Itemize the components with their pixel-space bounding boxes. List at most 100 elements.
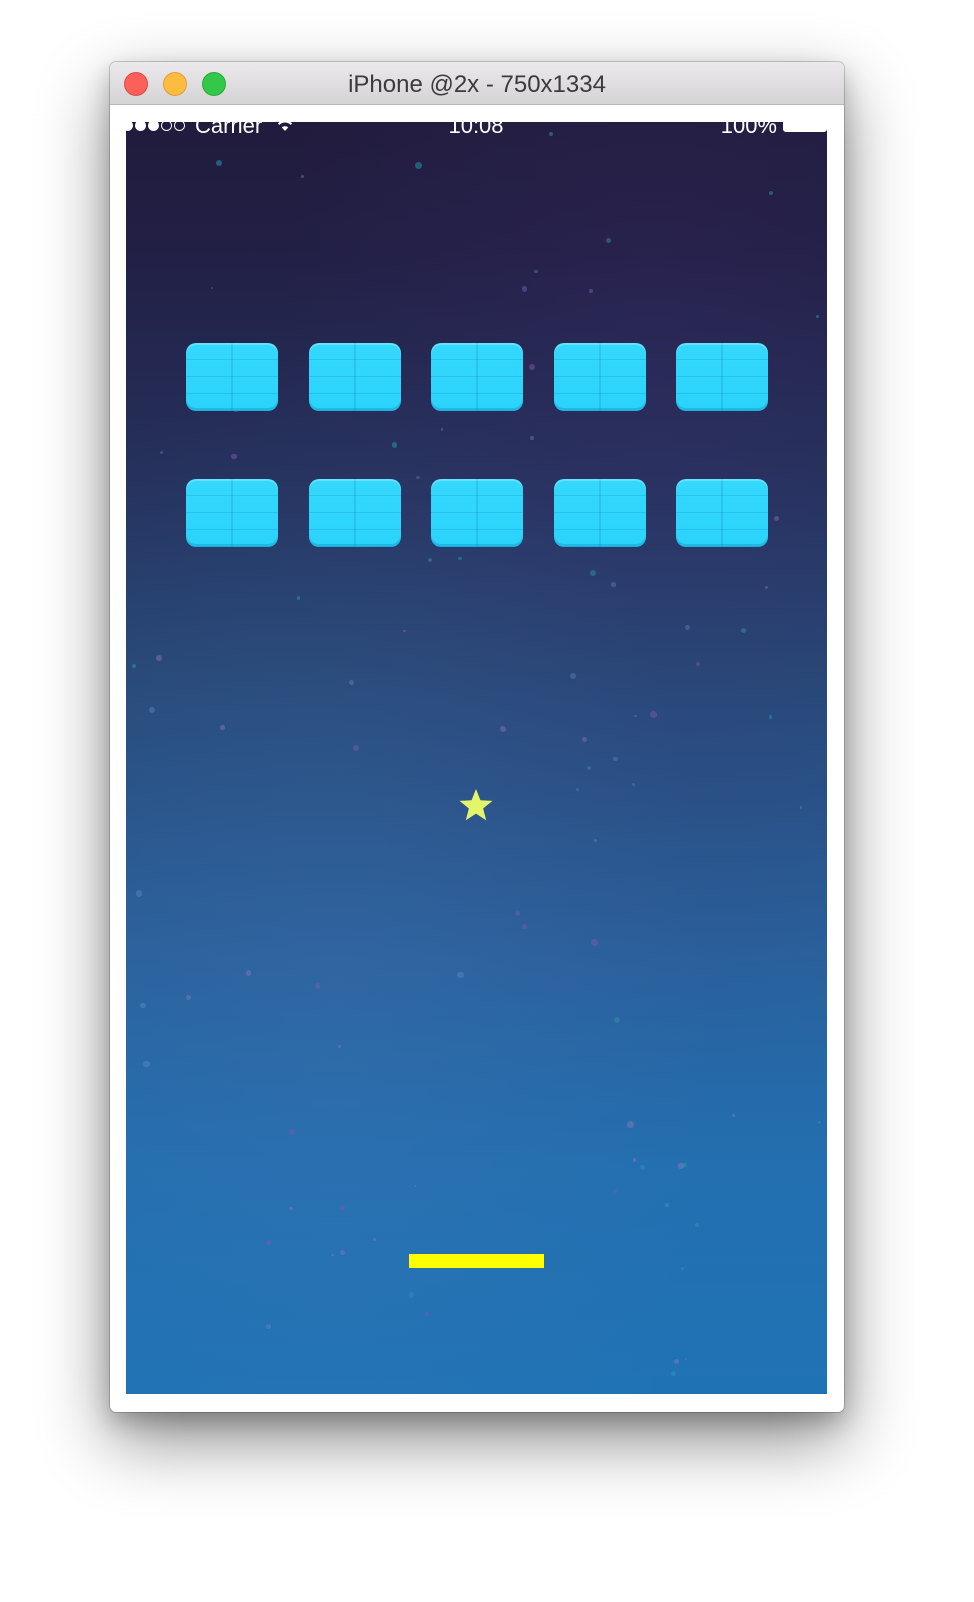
paddle[interactable] bbox=[409, 1254, 544, 1268]
background-speck bbox=[799, 806, 803, 809]
background-speck bbox=[140, 1003, 146, 1009]
brick bbox=[186, 479, 278, 547]
background-speck bbox=[338, 1044, 342, 1048]
brick bbox=[676, 343, 768, 411]
cellular-signal-icon bbox=[126, 122, 185, 131]
background-speck bbox=[685, 624, 691, 630]
brick bbox=[553, 343, 646, 411]
background-speck bbox=[135, 890, 143, 897]
background-speck bbox=[427, 557, 433, 563]
background-speck bbox=[458, 556, 462, 560]
wifi-icon bbox=[277, 122, 293, 131]
background-speck bbox=[673, 1358, 679, 1364]
brick bbox=[431, 343, 523, 411]
carrier-name: Carrier bbox=[195, 122, 263, 138]
background-speck bbox=[500, 726, 507, 733]
signal-dot bbox=[126, 122, 133, 131]
brick bbox=[431, 479, 523, 547]
background-speck bbox=[534, 269, 538, 274]
signal-dot bbox=[135, 122, 146, 131]
background-speck bbox=[612, 1188, 618, 1194]
background-speck bbox=[570, 672, 577, 679]
background-speck bbox=[768, 190, 773, 196]
background-speck bbox=[632, 1158, 637, 1162]
background-speck bbox=[425, 1311, 430, 1316]
battery-icon bbox=[783, 122, 827, 132]
background-speck bbox=[440, 428, 444, 431]
background-speck bbox=[314, 983, 321, 989]
background-speck bbox=[575, 787, 579, 792]
background-speck bbox=[611, 582, 616, 587]
window-titlebar[interactable]: iPhone @2x - 750x1334 bbox=[110, 62, 844, 105]
background-speck bbox=[289, 1206, 293, 1211]
brick bbox=[553, 479, 646, 547]
signal-dot bbox=[148, 122, 159, 131]
background-speck bbox=[515, 910, 520, 916]
background-speck bbox=[591, 938, 599, 946]
background-speck bbox=[339, 1250, 345, 1256]
background-speck bbox=[246, 970, 252, 976]
background-speck bbox=[627, 1120, 635, 1128]
background-speck bbox=[216, 160, 222, 167]
background-speck bbox=[156, 655, 163, 661]
background-speck bbox=[457, 971, 465, 979]
background-speck bbox=[631, 782, 635, 787]
background-speck bbox=[665, 1203, 669, 1207]
background-speck bbox=[210, 286, 214, 290]
background-speck bbox=[231, 453, 237, 459]
background-speck bbox=[414, 162, 422, 170]
background-speck bbox=[408, 1292, 414, 1298]
background-speck bbox=[581, 737, 588, 743]
background-speck bbox=[731, 1114, 735, 1118]
background-speck bbox=[695, 662, 700, 667]
background-speck bbox=[522, 924, 527, 929]
background-speck bbox=[649, 711, 657, 718]
background-speck bbox=[266, 1324, 271, 1329]
minimize-window-button[interactable] bbox=[163, 72, 187, 96]
background-speck bbox=[373, 1238, 376, 1241]
background-speck bbox=[589, 570, 596, 577]
background-speck bbox=[614, 1017, 621, 1023]
background-speck bbox=[391, 442, 398, 448]
brick bbox=[186, 343, 278, 411]
zoom-window-button[interactable] bbox=[202, 72, 226, 96]
background-speck bbox=[587, 765, 592, 770]
background-speck bbox=[678, 1163, 684, 1169]
background-speck bbox=[670, 1370, 677, 1377]
ios-status-bar: Carrier 10:08 100% bbox=[126, 122, 827, 138]
background-speck bbox=[403, 630, 406, 633]
background-speck bbox=[816, 315, 819, 318]
background-speck bbox=[148, 706, 156, 714]
background-speck bbox=[413, 1184, 416, 1187]
background-speck bbox=[817, 1120, 822, 1125]
background-speck bbox=[339, 1205, 345, 1211]
brick bbox=[308, 343, 401, 411]
background-speck bbox=[529, 364, 535, 371]
background-speck bbox=[682, 1162, 687, 1168]
background-speck bbox=[613, 756, 619, 762]
background-speck bbox=[741, 628, 747, 634]
background-speck bbox=[352, 745, 359, 752]
star-ball bbox=[459, 789, 493, 821]
close-window-button[interactable] bbox=[124, 72, 148, 96]
background-speck bbox=[593, 838, 597, 842]
brick bbox=[676, 479, 768, 547]
background-speck bbox=[301, 174, 305, 178]
brick bbox=[308, 479, 401, 547]
window-title: iPhone @2x - 750x1334 bbox=[348, 71, 606, 98]
signal-dot bbox=[174, 122, 185, 131]
background-speck bbox=[348, 679, 355, 685]
background-speck bbox=[416, 475, 420, 479]
background-speck bbox=[634, 714, 637, 718]
background-speck bbox=[695, 1222, 700, 1227]
background-speck bbox=[143, 1060, 151, 1068]
background-speck bbox=[185, 995, 191, 1001]
background-speck bbox=[768, 715, 772, 719]
background-speck bbox=[289, 1129, 296, 1136]
background-speck bbox=[639, 1164, 646, 1171]
simulator-window: iPhone @2x - 750x1334 Carrier 10:08 100% bbox=[110, 62, 844, 1412]
game-screen[interactable]: Carrier 10:08 100% bbox=[126, 122, 827, 1394]
status-time: 10:08 bbox=[448, 122, 504, 138]
background-speck bbox=[606, 238, 612, 243]
background-speck bbox=[296, 596, 301, 601]
